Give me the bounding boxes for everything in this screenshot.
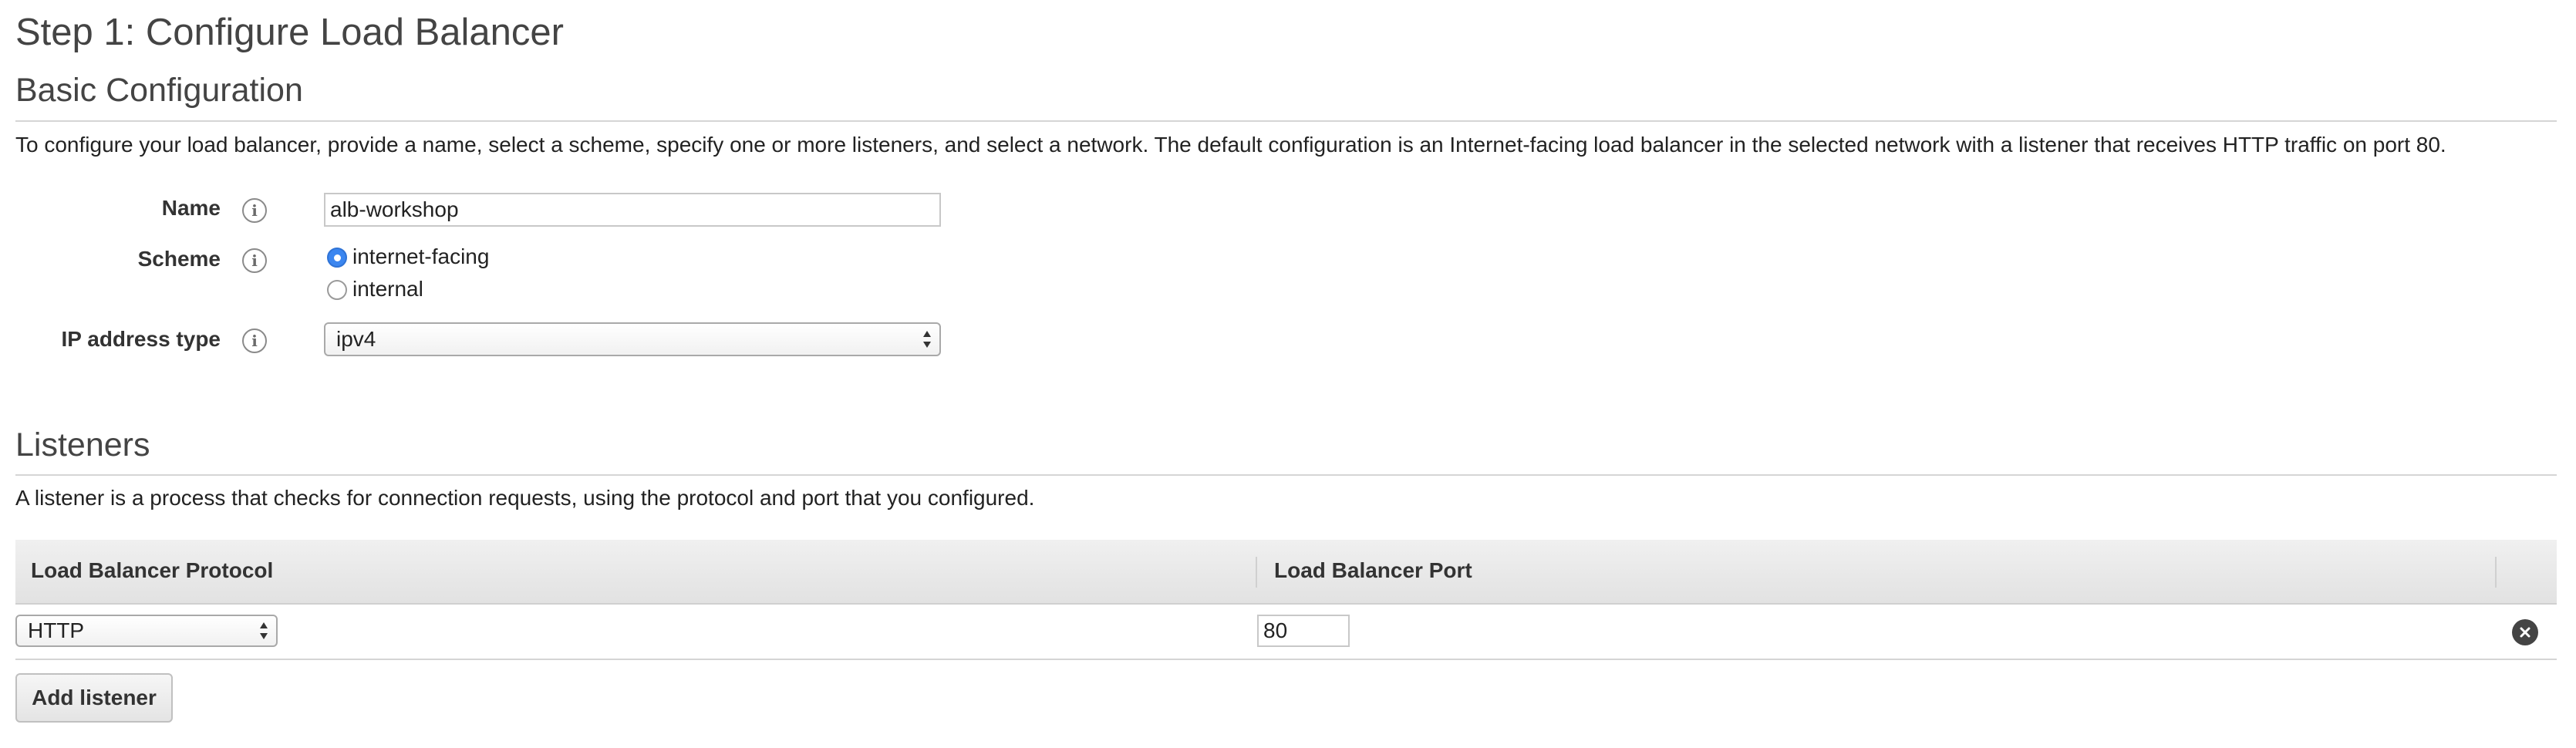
select-arrows-icon [260, 622, 268, 639]
col-header-port: Load Balancer Port [1274, 558, 1472, 582]
remove-listener-icon[interactable] [2512, 619, 2538, 645]
listener-protocol-value: HTTP [28, 618, 85, 642]
ip-address-type-select[interactable]: ipv4 [324, 322, 941, 356]
scheme-internal-label[interactable]: internal [352, 277, 423, 302]
select-arrows-icon [923, 331, 931, 348]
basic-config-divider [15, 120, 2557, 122]
info-icon[interactable]: i [242, 198, 267, 223]
column-divider [1256, 557, 1257, 588]
scheme-label: Scheme [137, 247, 221, 271]
add-listener-button[interactable]: Add listener [15, 673, 173, 723]
name-input[interactable]: alb-workshop [324, 193, 941, 227]
col-header-protocol: Load Balancer Protocol [31, 558, 274, 582]
ip-address-type-label: IP address type [61, 327, 221, 351]
close-icon [2520, 627, 2530, 638]
info-icon[interactable]: i [242, 248, 267, 273]
scheme-internal-radio[interactable] [327, 280, 347, 300]
listeners-description: A listener is a process that checks for … [15, 486, 1035, 510]
scheme-internet-facing-label[interactable]: internet-facing [352, 244, 489, 269]
listener-protocol-select[interactable]: HTTP [15, 615, 278, 647]
row-divider [15, 659, 2557, 660]
listeners-divider [15, 474, 2557, 476]
basic-config-heading: Basic Configuration [15, 72, 303, 109]
page-title: Step 1: Configure Load Balancer [15, 12, 564, 53]
basic-config-description: To configure your load balancer, provide… [15, 133, 2446, 157]
info-icon[interactable]: i [242, 329, 267, 353]
listener-port-input[interactable]: 80 [1257, 615, 1350, 647]
column-divider [2495, 557, 2497, 588]
ip-address-type-value: ipv4 [336, 327, 376, 351]
listeners-heading: Listeners [15, 426, 150, 463]
name-label: Name [161, 196, 221, 220]
scheme-internet-facing-radio[interactable] [327, 248, 347, 268]
